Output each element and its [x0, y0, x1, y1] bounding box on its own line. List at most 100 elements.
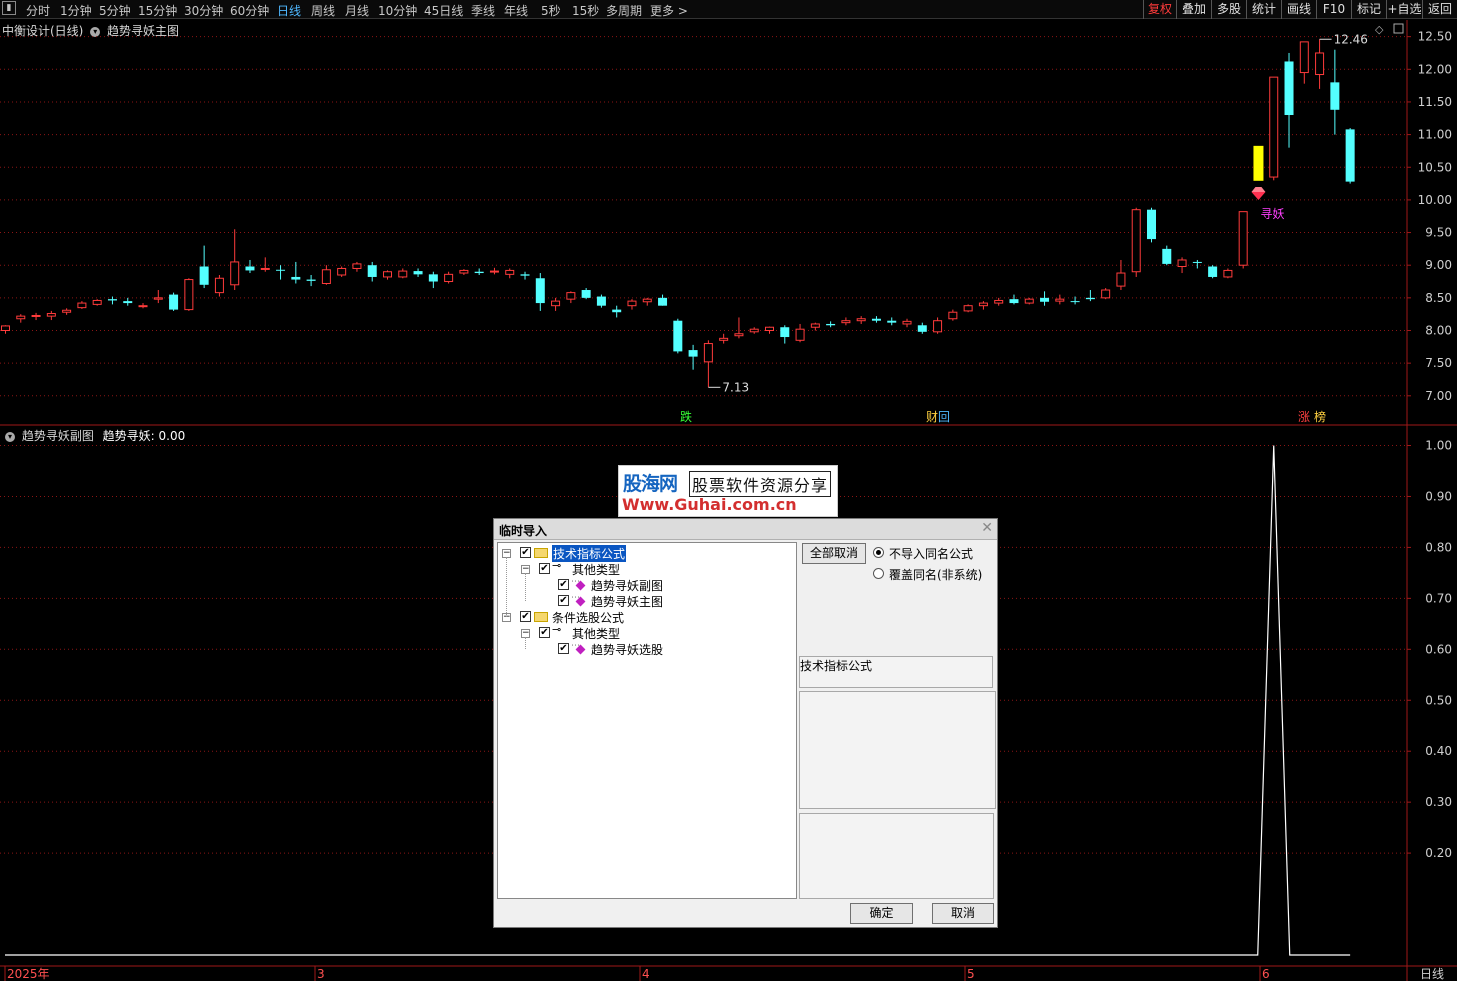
sub-y-tick-label: 0.50: [1425, 693, 1452, 707]
candle-body: [1253, 145, 1264, 181]
candle-body: [1284, 61, 1294, 116]
ok-button[interactable]: 确定: [850, 903, 913, 924]
candle-body: [383, 271, 392, 278]
dialog-titlebar[interactable]: 临时导入 ✕: [494, 519, 997, 540]
x-axis-label: 6: [1262, 967, 1270, 981]
sub-y-tick-label: 0.90: [1425, 489, 1452, 503]
candle-body: [780, 327, 790, 338]
candle-body: [306, 279, 316, 281]
tree-checkbox[interactable]: ✔: [558, 595, 569, 606]
tree-checkbox[interactable]: ✔: [558, 643, 569, 654]
signal-label: 寻妖: [1260, 207, 1284, 221]
candle-body: [1192, 261, 1202, 263]
tree-connector: [525, 637, 526, 649]
candle-body: [230, 261, 240, 286]
tree-item[interactable]: − ✔ 条件选股公式: [498, 609, 794, 625]
tree-item-label: 技术指标公式: [552, 545, 627, 562]
main-y-tick-label: 11.50: [1418, 95, 1452, 109]
tree-item[interactable]: − ✔ ⊸ 其他类型: [498, 623, 794, 641]
sub-y-tick-label: 1.00: [1425, 439, 1452, 453]
candle-body: [444, 273, 454, 283]
candle-body: [551, 300, 561, 307]
tree-checkbox[interactable]: ✔: [520, 547, 531, 558]
candle-body: [673, 320, 683, 352]
tree-item[interactable]: ✔ ⋯ 趋势寻妖选股: [498, 641, 794, 657]
tree-item[interactable]: ✔ ⋯ 趋势寻妖主图: [498, 593, 794, 609]
tree-item[interactable]: − ✔ ⊸ 其他类型: [498, 559, 794, 577]
candle-body: [138, 305, 148, 308]
candle-body: [1009, 299, 1019, 304]
sub-y-tick-label: 0.20: [1425, 846, 1452, 860]
candle-body: [214, 277, 224, 294]
formula-tree[interactable]: − ✔ 技术指标公式 − ✔ ⊸ 其他类型 ✔ ⋯ 趋势寻妖副图 ✔ ⋯ 趋势寻妖主图 − ✔ 条件选股公式 −…: [497, 542, 797, 899]
high-price-label: 12.46: [1334, 32, 1368, 46]
radio-skip-same-name[interactable]: [873, 547, 884, 558]
candle-body: [199, 266, 209, 285]
candle-body: [688, 350, 698, 357]
tree-checkbox[interactable]: ✔: [520, 611, 531, 622]
candle-body: [871, 318, 881, 321]
candle-body: [413, 271, 423, 275]
formula-info-label: 技术指标公式: [800, 659, 873, 673]
candle-body: [658, 297, 668, 306]
radio-overwrite-same-name[interactable]: [873, 568, 884, 579]
candle-body: [367, 265, 377, 277]
candle-body: [933, 320, 943, 333]
candle-body: [978, 302, 988, 307]
tree-item-label: 趋势寻妖主图: [591, 595, 664, 609]
candle-body: [856, 318, 866, 322]
candle-body: [459, 269, 469, 274]
chart-labels: 12.46 7.13 寻妖跌 财回 涨榜: [680, 32, 1368, 424]
sub-y-tick-label: 0.70: [1425, 591, 1452, 605]
low-price-label: 7.13: [722, 380, 749, 394]
candle-body: [428, 274, 438, 282]
candle-body: [31, 314, 41, 317]
candle-body: [123, 301, 133, 304]
candle-body: [260, 267, 270, 270]
import-dialog: 临时导入 ✕ − ✔ 技术指标公式 − ✔ ⊸ 其他类型 ✔ ⋯ 趋势寻妖副图 ✔ ⋯ 趋势寻妖主图 − ✔…: [493, 518, 998, 928]
tree-item-label: 其他类型: [572, 563, 621, 577]
candle-body: [62, 309, 72, 313]
candle-body: [276, 269, 286, 271]
main-y-tick-label: 11.00: [1418, 128, 1452, 142]
candle-body: [1299, 41, 1309, 74]
x-axis-label: 5: [967, 967, 975, 981]
cancel-all-button[interactable]: 全部取消: [802, 543, 866, 564]
cancel-button[interactable]: 取消: [932, 903, 994, 924]
candle-body: [321, 269, 331, 284]
main-y-tick-label: 9.50: [1425, 226, 1452, 240]
candle-body: [184, 279, 194, 311]
tree-checkbox[interactable]: ✔: [558, 579, 569, 590]
sub-y-tick-label: 0.40: [1425, 744, 1452, 758]
candle-body: [245, 266, 255, 271]
candle-body: [1131, 209, 1141, 273]
period-label: 日线: [1420, 967, 1444, 981]
tree-checkbox[interactable]: ✔: [539, 627, 550, 638]
close-icon[interactable]: ✕: [981, 520, 993, 536]
sub-y-tick-label: 0.30: [1425, 795, 1452, 809]
candle-body: [535, 278, 545, 304]
event-marker-1: 财: [926, 410, 938, 424]
candle-body: [398, 270, 408, 278]
tree-connector: [525, 573, 526, 601]
candle-body: [520, 274, 530, 276]
candle-body: [994, 299, 1004, 304]
candle-body: [612, 309, 622, 313]
key-icon: ⊸: [552, 623, 562, 636]
candle-body: [153, 297, 163, 300]
tree-checkbox[interactable]: ✔: [539, 563, 550, 574]
candle-body: [566, 292, 576, 300]
sub-y-tick-label: 0.60: [1425, 642, 1452, 656]
main-y-tick-label: 7.00: [1425, 389, 1452, 403]
tree-item[interactable]: − ✔ 技术指标公式: [498, 545, 794, 562]
formula-info-panel: 技术指标公式: [799, 656, 993, 688]
radio-overwrite-same-name-label: 覆盖同名(非系统): [889, 568, 983, 582]
candle-body: [1070, 301, 1080, 303]
main-y-tick-label: 12.00: [1418, 62, 1452, 76]
radio-skip-same-name-label: 不导入同名公式: [889, 547, 974, 561]
folder-icon: [534, 612, 548, 622]
candle-body: [1330, 82, 1340, 110]
candle-body: [107, 299, 117, 301]
candle-body: [887, 320, 897, 323]
tree-item[interactable]: ✔ ⋯ 趋势寻妖副图: [498, 577, 794, 593]
